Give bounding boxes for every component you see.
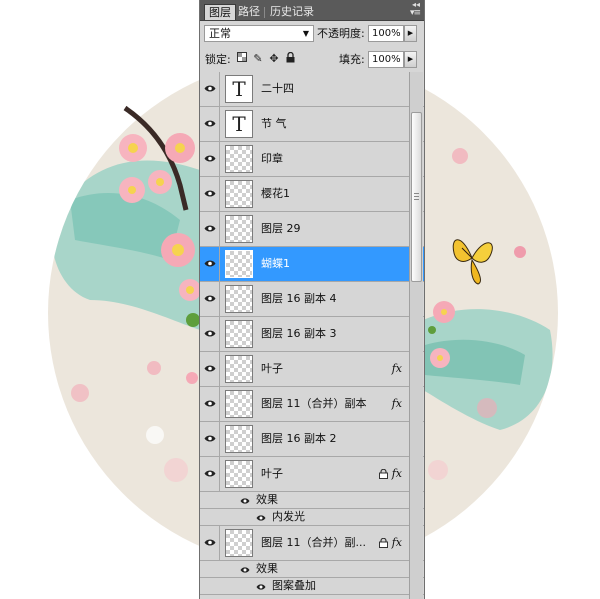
visibility-eye-icon[interactable] bbox=[200, 457, 220, 491]
visibility-eye-icon[interactable] bbox=[200, 317, 220, 351]
effects-group-row[interactable]: 效果 bbox=[200, 492, 424, 509]
effect-name: 内发光 bbox=[272, 510, 305, 523]
visibility-eye-icon[interactable] bbox=[200, 282, 220, 316]
layer-thumbnail[interactable] bbox=[225, 425, 253, 453]
visibility-eye-icon[interactable] bbox=[200, 387, 220, 421]
layer-name[interactable]: 叶子 bbox=[261, 352, 283, 386]
layer-effects-fx-icon[interactable]: fx bbox=[392, 387, 402, 421]
layers-scrollbar[interactable] bbox=[409, 72, 423, 599]
effect-visibility-eye-icon[interactable] bbox=[256, 581, 266, 594]
fill-slider-arrow-icon[interactable]: ▶ bbox=[404, 51, 417, 68]
lock-image-icon[interactable]: ✎ bbox=[252, 52, 264, 66]
layer-row[interactable]: 图层 11（合并）副...fx▲ bbox=[200, 526, 424, 561]
fill-label: 填充: bbox=[339, 53, 365, 66]
layer-name[interactable]: 图层 16 副本 3 bbox=[261, 317, 337, 351]
effects-group-row[interactable]: 效果 bbox=[200, 561, 424, 578]
layer-name[interactable]: 二十四 bbox=[261, 72, 294, 106]
panel-menu-icon[interactable]: ▾≡ bbox=[410, 8, 421, 18]
lock-transparency-icon[interactable] bbox=[236, 52, 248, 66]
blend-mode-select[interactable]: 正常 ▼ bbox=[204, 25, 314, 42]
layer-row[interactable]: T 二十四 bbox=[200, 72, 424, 107]
layer-thumbnail[interactable] bbox=[225, 460, 253, 488]
lock-fill-row: 锁定: ✎ ✥ 填充: 100% ▶ bbox=[200, 47, 424, 74]
layer-row[interactable]: 樱花1 bbox=[200, 177, 424, 212]
layer-lock-icon bbox=[379, 468, 388, 479]
scrollbar-thumb[interactable] bbox=[411, 112, 422, 282]
text-layer-thumbnail[interactable]: T bbox=[225, 110, 253, 138]
layer-name[interactable]: 图层 16 副本 4 bbox=[261, 282, 337, 316]
visibility-eye-icon[interactable] bbox=[200, 352, 220, 386]
text-layer-thumbnail[interactable]: T bbox=[225, 75, 253, 103]
layer-row[interactable]: T节 气 bbox=[200, 107, 424, 142]
effect-visibility-eye-icon[interactable] bbox=[240, 495, 250, 508]
opacity-label: 不透明度: bbox=[317, 27, 365, 40]
layer-name[interactable]: 图层 11（合并）副本 bbox=[261, 387, 367, 421]
fill-input[interactable]: 100% bbox=[368, 51, 404, 68]
visibility-eye-icon[interactable] bbox=[200, 177, 220, 211]
layer-effects-fx-icon[interactable]: fx bbox=[392, 526, 402, 560]
opacity-input[interactable]: 100% bbox=[368, 25, 404, 42]
visibility-eye-icon[interactable] bbox=[200, 212, 220, 246]
layer-row[interactable]: 图层 16 副本 3 bbox=[200, 317, 424, 352]
layer-row[interactable]: 叶子fx▲ bbox=[200, 457, 424, 492]
layer-row[interactable]: 图层 11（合并）副本fx▼ bbox=[200, 387, 424, 422]
visibility-eye-icon[interactable] bbox=[200, 72, 220, 106]
layer-thumbnail[interactable] bbox=[225, 355, 253, 383]
layer-name[interactable]: 叶子 bbox=[261, 457, 283, 491]
layer-row[interactable]: 图层 29 bbox=[200, 212, 424, 247]
effects-label: 效果 bbox=[256, 562, 278, 575]
layer-name[interactable]: 印章 bbox=[261, 142, 283, 176]
layer-name[interactable]: 图层 11（合并）副... bbox=[261, 526, 366, 560]
layer-row[interactable]: 蝴蝶1 bbox=[200, 247, 424, 282]
opacity-slider-arrow-icon[interactable]: ▶ bbox=[404, 25, 417, 42]
effect-name: 图案叠加 bbox=[272, 579, 316, 592]
layer-name[interactable]: 图层 29 bbox=[261, 212, 301, 246]
layer-thumbnail[interactable] bbox=[225, 180, 253, 208]
visibility-eye-icon[interactable] bbox=[200, 142, 220, 176]
tab-paths[interactable]: 路径 bbox=[234, 4, 264, 20]
tab-layers[interactable]: 图层 bbox=[204, 4, 236, 20]
layer-row[interactable]: 图层 16 副本 4 bbox=[200, 282, 424, 317]
effect-visibility-eye-icon[interactable] bbox=[256, 512, 266, 525]
layer-row[interactable]: 印章 bbox=[200, 142, 424, 177]
visibility-eye-icon[interactable] bbox=[200, 107, 220, 141]
layer-lock-icon bbox=[379, 537, 388, 548]
layer-name[interactable]: 樱花1 bbox=[261, 177, 290, 211]
layer-thumbnail[interactable] bbox=[225, 285, 253, 313]
layer-thumbnail[interactable] bbox=[225, 320, 253, 348]
layer-thumbnail[interactable] bbox=[225, 250, 253, 278]
layer-row[interactable]: 图层 16 副本 2 bbox=[200, 422, 424, 457]
layer-effects-fx-icon[interactable]: fx bbox=[392, 457, 402, 491]
effect-item-row[interactable]: 图案叠加 bbox=[200, 578, 424, 595]
layer-thumbnail[interactable] bbox=[225, 529, 253, 557]
effect-visibility-eye-icon[interactable] bbox=[240, 564, 250, 577]
tab-separator bbox=[264, 7, 265, 18]
layer-row[interactable]: 叶子fx▼ bbox=[200, 352, 424, 387]
lock-position-icon[interactable]: ✥ bbox=[268, 52, 280, 66]
visibility-eye-icon[interactable] bbox=[200, 422, 220, 456]
visibility-eye-icon[interactable] bbox=[200, 526, 220, 560]
effect-item-row[interactable]: 内发光 bbox=[200, 509, 424, 526]
panel-tab-bar: 图层 路径 历史记录 ◂◂ ▾≡ bbox=[200, 0, 424, 21]
layer-name[interactable]: 蝴蝶1 bbox=[261, 247, 290, 281]
layer-name[interactable]: 节 气 bbox=[261, 107, 287, 141]
scroll-grip-icon bbox=[414, 193, 419, 202]
layers-list: T 二十四 T 节 气印章 樱花1 图层 29 蝴蝶1 图层 16 副本 4 图层 16 副本 … bbox=[200, 72, 424, 595]
blend-mode-value: 正常 bbox=[209, 27, 231, 40]
visibility-eye-icon[interactable] bbox=[200, 247, 220, 281]
layer-thumbnail[interactable] bbox=[225, 145, 253, 173]
lock-label: 锁定: bbox=[205, 53, 231, 66]
chevron-down-icon: ▼ bbox=[302, 29, 309, 38]
layer-thumbnail[interactable] bbox=[225, 215, 253, 243]
blend-opacity-row: 正常 ▼ 不透明度: 100% ▶ bbox=[200, 21, 424, 47]
layer-effects-fx-icon[interactable]: fx bbox=[392, 352, 402, 386]
layers-panel: 图层 路径 历史记录 ◂◂ ▾≡ 正常 ▼ 不透明度: 100% ▶ 锁定: ✎… bbox=[199, 0, 425, 599]
effects-label: 效果 bbox=[256, 493, 278, 506]
lock-all-icon[interactable] bbox=[284, 51, 296, 66]
tab-history[interactable]: 历史记录 bbox=[266, 4, 318, 20]
layer-thumbnail[interactable] bbox=[225, 390, 253, 418]
layer-name[interactable]: 图层 16 副本 2 bbox=[261, 422, 337, 456]
